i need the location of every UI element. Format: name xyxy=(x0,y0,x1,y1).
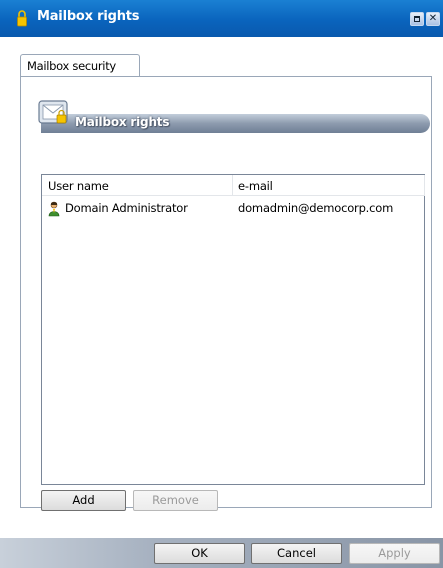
cell-email: domadmin@democorp.com xyxy=(238,201,394,215)
cancel-button[interactable]: Cancel xyxy=(251,543,342,564)
list-header: User name e-mail xyxy=(42,175,425,196)
user-list[interactable]: User name e-mail Domain Administrator do… xyxy=(41,174,425,485)
dialog-body: Mailbox security Mailbox rights User nam… xyxy=(8,37,437,516)
window-title: Mailbox rights xyxy=(37,9,140,24)
section-title: Mailbox rights xyxy=(75,115,170,129)
lock-icon xyxy=(17,10,27,27)
tab-label: Mailbox security xyxy=(27,59,116,73)
user-icon xyxy=(48,201,60,217)
mail-envelope-icon xyxy=(38,100,68,124)
title-bar: Mailbox rights ✕ xyxy=(0,0,443,37)
tab-mailbox-security[interactable]: Mailbox security xyxy=(20,54,140,77)
tab-panel: Mailbox rights User name e-mail Domain A… xyxy=(20,76,432,511)
dialog-footer: OK Cancel Apply xyxy=(0,538,443,568)
apply-button[interactable]: Apply xyxy=(349,543,440,564)
column-divider[interactable] xyxy=(424,175,425,196)
close-button[interactable]: ✕ xyxy=(426,12,440,26)
column-divider[interactable] xyxy=(232,175,233,196)
ok-button[interactable]: OK xyxy=(154,543,245,564)
minimize-button[interactable] xyxy=(410,12,424,26)
cell-user-name: Domain Administrator xyxy=(65,201,188,215)
remove-button[interactable]: Remove xyxy=(133,490,218,511)
column-header-email[interactable]: e-mail xyxy=(238,179,273,193)
column-header-user-name[interactable]: User name xyxy=(48,179,109,193)
minimize-icon xyxy=(414,16,420,22)
section-header: Mailbox rights xyxy=(37,95,430,145)
list-item[interactable]: Domain Administrator domadmin@democorp.c… xyxy=(42,200,424,218)
add-button[interactable]: Add xyxy=(41,490,126,511)
close-icon: ✕ xyxy=(428,13,438,24)
